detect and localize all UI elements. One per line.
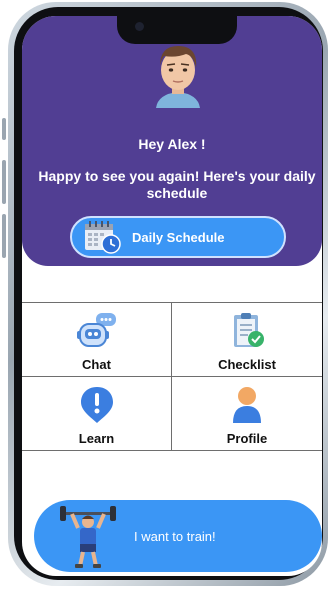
menu-item-learn[interactable]: Learn [22, 377, 172, 451]
menu-item-learn-label: Learn [78, 431, 115, 446]
menu-item-profile[interactable]: Profile [172, 377, 322, 451]
menu-item-chat-label: Chat [82, 357, 111, 372]
chat-bot-icon [76, 313, 116, 347]
avatar[interactable] [148, 40, 208, 108]
greeting-text: Hey Alex ! [138, 136, 206, 152]
menu-item-chat[interactable]: Chat [22, 303, 172, 377]
greeting-subtitle: Happy to see you again! Here's your dail… [38, 168, 316, 201]
train-button-label: I want to train! [134, 528, 216, 544]
calendar-clock-icon [85, 221, 121, 254]
weightlifter-icon [60, 506, 116, 568]
exclamation-icon [80, 387, 113, 423]
menu-grid: Chat Checklist Learn Profile [22, 302, 322, 451]
menu-item-profile-label: Profile [226, 431, 268, 446]
mute-switch [2, 118, 6, 140]
person-icon [233, 387, 261, 423]
checklist-icon [234, 313, 264, 347]
volume-down-button [2, 214, 6, 258]
header-panel: Hey Alex ! Happy to see you again! Here'… [22, 16, 322, 266]
volume-up-button [2, 160, 6, 204]
menu-item-checklist[interactable]: Checklist [172, 303, 322, 377]
app-screen: Hey Alex ! Happy to see you again! Here'… [22, 16, 322, 576]
daily-schedule-label: Daily Schedule [132, 229, 225, 245]
daily-schedule-button[interactable]: Daily Schedule [70, 216, 286, 258]
camera-notch [117, 16, 237, 44]
train-button[interactable]: I want to train! [34, 500, 322, 572]
menu-item-checklist-label: Checklist [218, 357, 276, 372]
